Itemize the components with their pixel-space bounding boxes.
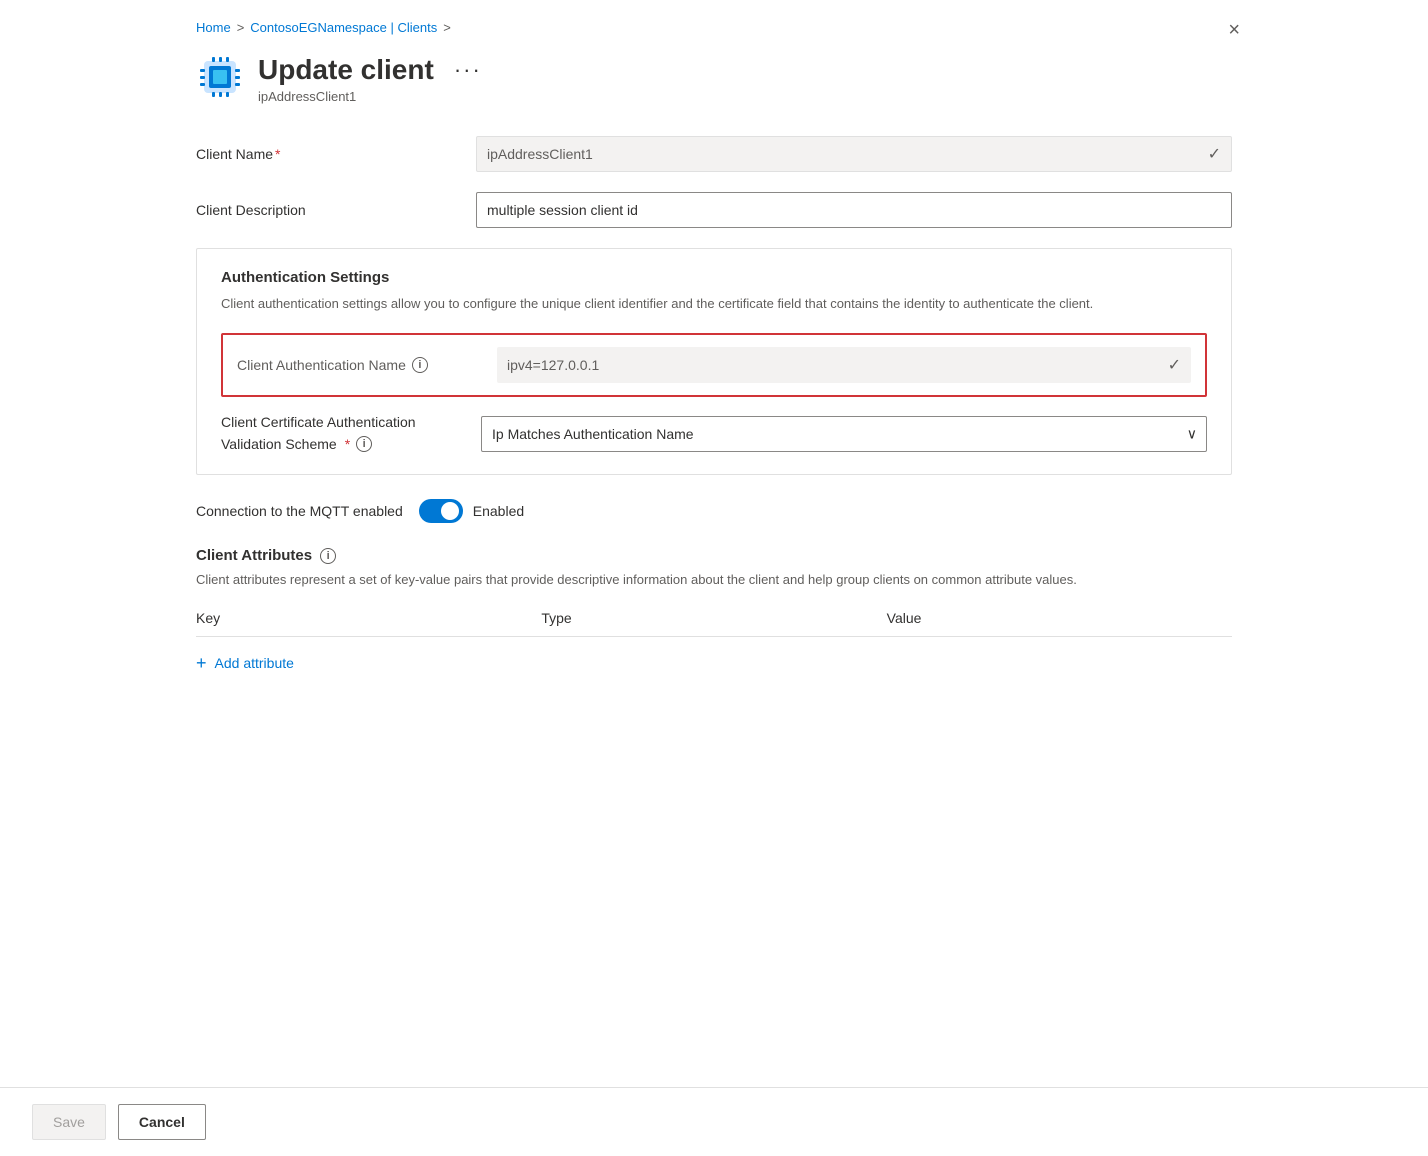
close-button[interactable]: × (1228, 20, 1240, 40)
toggle-thumb (441, 502, 459, 520)
attr-col-key: Key (196, 610, 541, 626)
mqtt-label: Connection to the MQTT enabled (196, 503, 403, 519)
validation-label-text: Validation Scheme (221, 435, 337, 455)
plus-icon: + (196, 653, 207, 674)
auth-name-label: Client Authentication Name i (237, 357, 497, 373)
panel-footer: Save Cancel (0, 1087, 1428, 1156)
auth-settings-title: Authentication Settings (221, 269, 1207, 286)
client-attributes-section: Client Attributes i Client attributes re… (196, 547, 1232, 682)
client-attributes-description: Client attributes represent a set of key… (196, 570, 1232, 590)
validation-scheme-select[interactable]: Ip Matches Authentication NameDns Matche… (481, 416, 1207, 452)
client-name-value: ipAddressClient1 (487, 146, 593, 162)
mqtt-toggle-wrapper: Enabled (419, 499, 524, 523)
auth-name-info-icon[interactable]: i (412, 357, 428, 373)
validation-info-icon[interactable]: i (356, 436, 372, 452)
client-attributes-title: Client Attributes i (196, 547, 1232, 564)
auth-name-check-icon: ✓ (1168, 355, 1181, 375)
panel-header: Update client ··· ipAddressClient1 (196, 53, 1232, 104)
validation-select-wrapper: Ip Matches Authentication NameDns Matche… (481, 416, 1207, 452)
breadcrumb-namespace[interactable]: ContosoEGNamespace | Clients (250, 20, 437, 35)
mqtt-toggle[interactable] (419, 499, 463, 523)
breadcrumb: Home > ContosoEGNamespace | Clients > (196, 20, 1232, 35)
attr-table-header: Key Type Value (196, 610, 1232, 637)
client-description-label: Client Description (196, 202, 476, 218)
save-button[interactable]: Save (32, 1104, 106, 1140)
breadcrumb-separator-2: > (443, 20, 451, 35)
client-attributes-info-icon[interactable]: i (320, 548, 336, 564)
add-attribute-label: Add attribute (215, 655, 294, 671)
validation-required-mark: * (345, 435, 350, 455)
client-attributes-title-text: Client Attributes (196, 547, 312, 564)
page-title: Update client (258, 53, 434, 87)
toggle-track[interactable] (419, 499, 463, 523)
client-description-input[interactable] (476, 192, 1232, 228)
mqtt-status: Enabled (473, 503, 524, 519)
client-auth-name-row: Client Authentication Name i ipv4=127.0.… (221, 333, 1207, 397)
authentication-settings-box: Authentication Settings Client authentic… (196, 248, 1232, 476)
check-icon: ✓ (1208, 144, 1221, 164)
breadcrumb-home[interactable]: Home (196, 20, 231, 35)
panel-menu-button[interactable]: ··· (446, 57, 490, 83)
client-name-label: Client Name* (196, 146, 476, 162)
auth-settings-description: Client authentication settings allow you… (221, 294, 1207, 314)
panel-title-block: Update client ··· ipAddressClient1 (258, 53, 1232, 104)
client-icon (196, 53, 244, 101)
auth-name-label-text: Client Authentication Name (237, 357, 406, 373)
panel-subtitle: ipAddressClient1 (258, 89, 1232, 104)
add-attribute-button[interactable]: + Add attribute (196, 645, 294, 682)
attr-col-type: Type (541, 610, 886, 626)
validation-label-line2: Validation Scheme * i (221, 435, 481, 455)
cancel-button[interactable]: Cancel (118, 1104, 206, 1140)
auth-name-input: ipv4=127.0.0.1 ✓ (497, 347, 1191, 383)
validation-scheme-label: Client Certificate Authentication Valida… (221, 413, 481, 454)
breadcrumb-separator-1: > (237, 20, 245, 35)
client-name-row: Client Name* ipAddressClient1 ✓ (196, 136, 1232, 172)
client-name-field: ipAddressClient1 ✓ (476, 136, 1232, 172)
client-description-row: Client Description (196, 192, 1232, 228)
auth-name-value: ipv4=127.0.0.1 (507, 357, 599, 373)
mqtt-row: Connection to the MQTT enabled Enabled (196, 499, 1232, 523)
validation-scheme-row: Client Certificate Authentication Valida… (221, 413, 1207, 454)
validation-label-line1: Client Certificate Authentication (221, 413, 481, 433)
attr-col-value: Value (887, 610, 1232, 626)
